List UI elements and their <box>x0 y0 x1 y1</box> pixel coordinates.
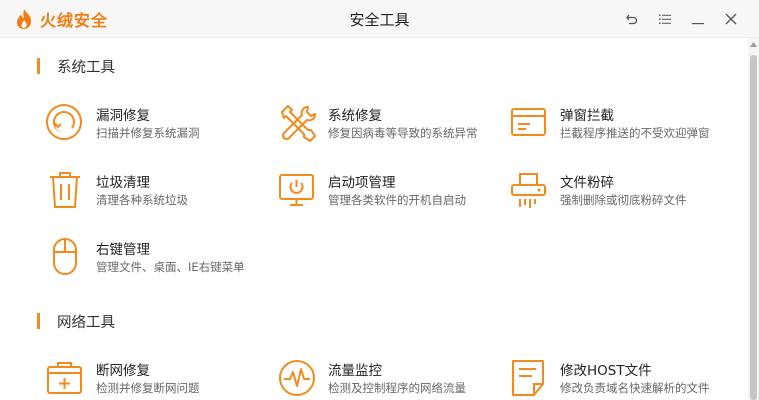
monitor-power-icon <box>279 174 314 206</box>
close-icon <box>725 13 736 25</box>
tool-description: 修改负责域名快速解析的文件 <box>560 381 710 395</box>
vertical-scrollbar[interactable] <box>748 38 759 400</box>
tool-junk-clean[interactable]: 垃圾清理 清理各种系统垃圾 <box>46 171 271 223</box>
tool-description: 管理文件、桌面、IE右键菜单 <box>96 260 245 274</box>
triangle-up-icon <box>750 42 757 47</box>
minimize-button[interactable] <box>681 8 714 30</box>
scroll-up-button[interactable] <box>748 42 759 52</box>
trash-can-icon <box>50 172 80 208</box>
tool-description: 检测并修复断网问题 <box>96 381 200 395</box>
popup-window-icon <box>511 108 546 136</box>
tool-title: 启动项管理 <box>328 175 396 191</box>
tool-title: 垃圾清理 <box>96 175 150 191</box>
shredder-icon <box>511 173 546 208</box>
menu-icon <box>658 14 671 24</box>
medical-kit-icon <box>47 362 82 394</box>
tool-title: 断网修复 <box>96 363 150 379</box>
tool-title: 修改HOST文件 <box>560 363 652 379</box>
tool-context-menu-manager[interactable]: 右键管理 管理文件、桌面、IE右键菜单 <box>46 238 271 290</box>
tool-vulnerability-fix[interactable]: 漏洞修复 扫描并修复系统漏洞 <box>46 104 271 156</box>
back-arrow-icon <box>625 14 637 25</box>
minimize-icon <box>691 23 704 25</box>
tool-description: 检测及控制程序的网络流量 <box>328 381 466 395</box>
tool-description: 管理各类软件的开机自启动 <box>328 193 466 207</box>
scrollbar-thumb[interactable] <box>750 55 757 400</box>
section-accent-bar <box>37 313 40 329</box>
section-accent-bar <box>37 58 40 74</box>
title-bar: 火绒安全 安全工具 <box>0 0 759 38</box>
traffic-monitor-icon <box>279 360 315 396</box>
tool-file-shredder[interactable]: 文件粉碎 强制删除或彻底粉碎文件 <box>510 171 735 223</box>
back-button[interactable] <box>615 8 648 30</box>
mouse-icon <box>53 238 77 275</box>
tool-description: 扫描并修复系统漏洞 <box>96 126 200 140</box>
section-title: 系统工具 <box>57 59 115 76</box>
close-button[interactable] <box>714 8 747 30</box>
menu-button[interactable] <box>648 8 681 30</box>
tool-title: 弹窗拦截 <box>560 108 614 124</box>
vulnerability-fix-icon <box>46 104 82 140</box>
section-network-tools: 网络工具 <box>37 312 115 331</box>
tool-title: 右键管理 <box>96 242 150 258</box>
wrench-screwdriver-icon <box>281 105 316 142</box>
tool-title: 系统修复 <box>328 108 382 124</box>
tool-traffic-monitor[interactable]: 流量监控 检测及控制程序的网络流量 <box>278 359 503 400</box>
tool-description: 清理各种系统垃圾 <box>96 193 188 207</box>
tool-network-repair[interactable]: 断网修复 检测并修复断网问题 <box>46 359 271 400</box>
tool-system-repair[interactable]: 系统修复 修复因病毒等导致的系统异常 <box>278 104 503 156</box>
section-title: 网络工具 <box>57 314 115 331</box>
tools-content: 系统工具 漏洞修复 扫描并修复系统漏洞 系统修复 修复因病毒等导致的系统异常 弹… <box>0 38 748 400</box>
window-controls <box>615 8 747 30</box>
tool-description: 强制删除或彻底粉碎文件 <box>560 193 687 207</box>
tool-edit-host-file[interactable]: 修改HOST文件 修改负责域名快速解析的文件 <box>510 359 735 400</box>
tool-startup-manager[interactable]: 启动项管理 管理各类软件的开机自启动 <box>278 171 503 223</box>
document-edit-icon <box>512 360 544 396</box>
tool-title: 流量监控 <box>328 363 382 379</box>
tool-title: 漏洞修复 <box>96 108 150 124</box>
tool-title: 文件粉碎 <box>560 175 614 191</box>
tool-description: 修复因病毒等导致的系统异常 <box>328 126 478 140</box>
section-system-tools: 系统工具 <box>37 57 115 76</box>
tool-popup-block[interactable]: 弹窗拦截 拦截程序推送的不受欢迎弹窗 <box>510 104 735 156</box>
tool-description: 拦截程序推送的不受欢迎弹窗 <box>560 126 710 140</box>
